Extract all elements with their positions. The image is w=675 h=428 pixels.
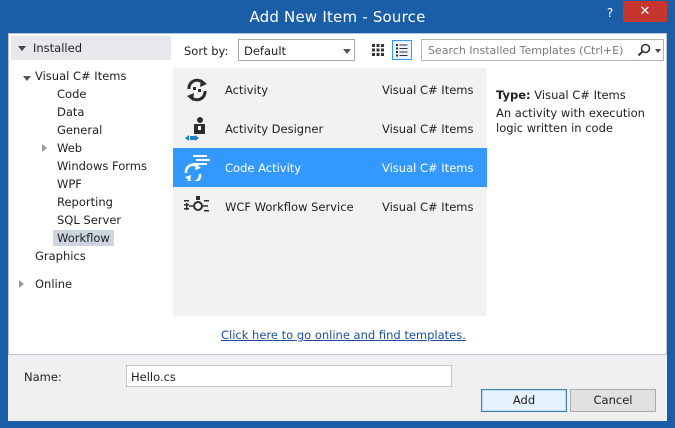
name-input[interactable]: [131, 369, 441, 384]
template-row-wcf-workflow-service[interactable]: WCF Workflow Service Visual C# Items: [173, 187, 487, 226]
tree-item-graphics[interactable]: Graphics: [35, 248, 86, 264]
template-category: Visual C# Items: [382, 161, 474, 175]
template-name: Activity Designer: [225, 122, 324, 136]
collapsed-arrow-icon[interactable]: [42, 144, 47, 152]
template-list: Activity Visual C# Items Activity Design…: [173, 68, 487, 316]
tree-item-online[interactable]: Online: [35, 276, 72, 292]
tree-item-reporting[interactable]: Reporting: [57, 194, 113, 210]
dialog-client-area: Installed Visual C# Items Code Data Gene…: [8, 33, 667, 355]
tree-item-sql-server[interactable]: SQL Server: [57, 212, 121, 228]
close-icon: ✕: [639, 4, 651, 19]
tree-item-installed[interactable]: Installed: [11, 36, 171, 60]
cancel-button[interactable]: Cancel: [570, 389, 656, 412]
chevron-down-icon: [343, 49, 351, 54]
category-tree: Installed Visual C# Items Code Data Gene…: [9, 34, 173, 354]
sort-by-select[interactable]: Default: [238, 39, 355, 61]
activity-icon: [183, 77, 211, 103]
tree-item-visual-csharp[interactable]: Visual C# Items: [35, 68, 126, 84]
tree-item-data[interactable]: Data: [57, 104, 84, 120]
template-toolbar: Sort by: Default: [175, 34, 666, 68]
chevron-down-icon[interactable]: [655, 49, 661, 53]
template-type-line: Type: Visual C# Items: [496, 88, 626, 102]
dialog-title: Add New Item - Source: [249, 8, 426, 26]
tree-item-windows-forms[interactable]: Windows Forms: [57, 158, 147, 174]
template-name: Activity: [225, 83, 269, 97]
dialog-footer: Name: Add Cancel: [8, 355, 667, 421]
list-view-icon: [396, 44, 408, 57]
template-description: An activity with execution logic written…: [496, 106, 645, 135]
type-key-label: Type:: [496, 88, 531, 102]
sort-by-label: Sort by:: [184, 44, 229, 58]
tree-item-code[interactable]: Code: [57, 86, 86, 102]
tree-item-general[interactable]: General: [57, 122, 102, 138]
code-activity-icon: [183, 155, 211, 184]
template-category: Visual C# Items: [382, 122, 474, 136]
help-button[interactable]: ?: [598, 3, 622, 23]
tree-item-wpf[interactable]: WPF: [57, 176, 82, 192]
wcf-workflow-service-icon: [183, 194, 211, 220]
expanded-arrow-icon[interactable]: [23, 76, 31, 81]
template-row-activity[interactable]: Activity Visual C# Items: [173, 70, 487, 109]
activity-designer-icon: [183, 116, 211, 142]
list-view-button[interactable]: [392, 40, 412, 60]
title-bar[interactable]: Add New Item - Source ? ✕: [1, 1, 674, 33]
sort-by-value: Default: [244, 44, 287, 58]
template-category: Visual C# Items: [382, 200, 474, 214]
dialog-window: Add New Item - Source ? ✕ Installed Visu…: [0, 0, 675, 428]
name-field[interactable]: [126, 365, 452, 387]
tree-item-web[interactable]: Web: [57, 140, 82, 156]
type-value: Visual C# Items: [534, 88, 626, 102]
find-templates-online-link[interactable]: Click here to go online and find templat…: [221, 328, 466, 342]
search-icon[interactable]: [636, 43, 652, 57]
search-templates-field[interactable]: [421, 39, 664, 61]
template-name: WCF Workflow Service: [225, 200, 354, 214]
collapsed-arrow-icon[interactable]: [19, 280, 24, 288]
grid-view-icon: [372, 44, 384, 56]
tree-item-label: Installed: [33, 41, 82, 55]
template-name: Code Activity: [225, 161, 302, 175]
template-row-activity-designer[interactable]: Activity Designer Visual C# Items: [173, 109, 487, 148]
template-category: Visual C# Items: [382, 83, 474, 97]
search-input[interactable]: [428, 42, 624, 58]
tree-item-workflow[interactable]: Workflow: [53, 230, 114, 246]
template-details-pane: Type: Visual C# Items An activity with e…: [487, 68, 666, 354]
add-button[interactable]: Add: [481, 389, 567, 412]
medium-icons-view-button[interactable]: [368, 40, 388, 60]
name-label: Name:: [24, 370, 62, 384]
expanded-arrow-icon[interactable]: [18, 46, 26, 51]
online-link-area: Click here to go online and find templat…: [173, 316, 487, 354]
template-row-code-activity[interactable]: Code Activity Visual C# Items: [173, 148, 487, 187]
close-button[interactable]: ✕: [623, 1, 667, 22]
